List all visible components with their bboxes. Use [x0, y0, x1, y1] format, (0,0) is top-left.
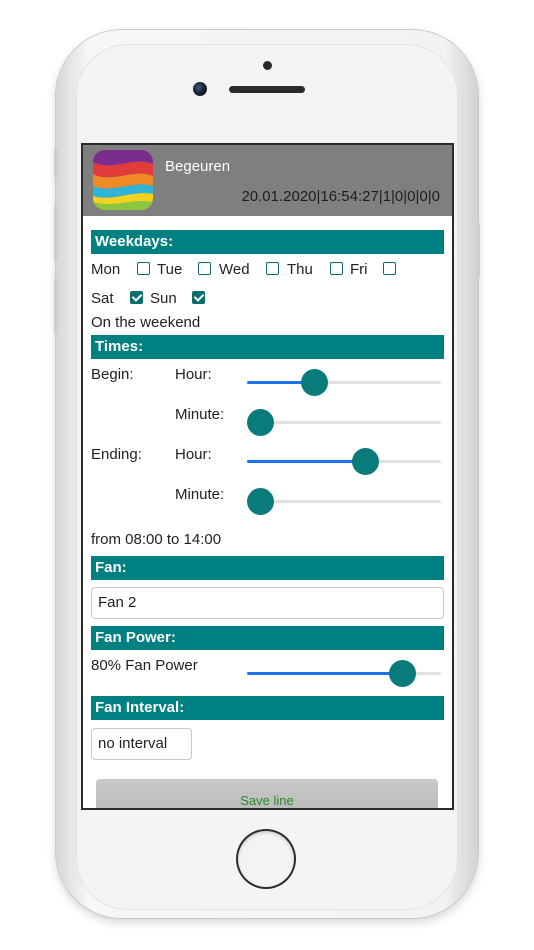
checkbox-sun[interactable]	[192, 291, 205, 304]
begin-minute-label: Minute:	[175, 406, 225, 423]
weekdays-summary: On the weekend	[91, 314, 201, 331]
save-line-button[interactable]: Save line	[96, 779, 438, 808]
end-minute-slider[interactable]	[247, 488, 441, 515]
mute-switch	[54, 148, 58, 178]
end-minute-slider-thumb[interactable]	[247, 488, 274, 515]
volume-up-button	[54, 205, 58, 261]
weekday-row-2: Sat Sun	[91, 285, 444, 314]
end-hour-slider-fill	[247, 460, 366, 463]
fan-interval-header: Fan Interval:	[91, 696, 444, 720]
app-title: Begeuren	[165, 158, 231, 175]
checkbox-mon[interactable]	[137, 262, 150, 275]
checkbox-sat[interactable]	[130, 291, 143, 304]
fan-header: Fan:	[91, 556, 444, 580]
day-label-sat: Sat	[91, 290, 114, 307]
earpiece-speaker	[229, 86, 305, 93]
begin-minute-slider-thumb[interactable]	[247, 409, 274, 436]
end-minute-label: Minute:	[175, 486, 225, 503]
begin-hour-label: Hour:	[175, 366, 212, 383]
checkbox-thu[interactable]	[330, 262, 343, 275]
home-button[interactable]	[238, 831, 294, 887]
day-label-tue: Tue	[157, 261, 183, 278]
app-logo-icon	[93, 150, 153, 210]
fan-power-slider[interactable]	[247, 660, 441, 687]
fan-power-header: Fan Power:	[91, 626, 444, 650]
end-hour-slider[interactable]	[247, 448, 441, 475]
schedule-form: Weekdays: Mon Tue Wed Thu Fri Sat Sun On…	[91, 230, 444, 760]
begin-label: Begin:	[91, 366, 134, 383]
day-label-mon: Mon	[91, 261, 121, 278]
app-screen: Begeuren 20.01.2020|16:54:27|1|0|0|0|0 W…	[81, 143, 454, 810]
day-label-sun: Sun	[150, 290, 177, 307]
checkbox-fri[interactable]	[383, 262, 396, 275]
fan-interval-select[interactable]: no interval	[91, 728, 192, 760]
weekday-row-1: Mon Tue Wed Thu Fri	[91, 256, 444, 285]
volume-down-button	[54, 278, 58, 334]
status-readout: 20.01.2020|16:54:27|1|0|0|0|0	[241, 188, 440, 205]
fan-select[interactable]: Fan 2	[91, 587, 444, 619]
front-camera	[193, 82, 207, 96]
power-button	[476, 222, 480, 278]
begin-hour-slider-thumb[interactable]	[301, 369, 329, 396]
fan-power-block: 80% Fan Power	[91, 650, 444, 696]
end-hour-label: Hour:	[175, 446, 212, 463]
proximity-sensor	[263, 61, 272, 70]
begin-minute-slider[interactable]	[247, 409, 441, 436]
ending-label: Ending:	[91, 446, 142, 463]
fan-power-slider-thumb[interactable]	[389, 660, 417, 687]
day-label-fri: Fri	[350, 261, 368, 278]
day-label-thu: Thu	[287, 261, 313, 278]
end-hour-slider-thumb[interactable]	[352, 448, 380, 475]
begin-hour-slider[interactable]	[247, 369, 441, 396]
times-block: Begin: Hour: Minute: Ending: Hour: Minut…	[91, 359, 444, 529]
app-header: Begeuren 20.01.2020|16:54:27|1|0|0|0|0	[83, 145, 452, 216]
checkbox-wed[interactable]	[266, 262, 279, 275]
day-label-wed: Wed	[219, 261, 250, 278]
fan-power-slider-fill	[247, 672, 403, 675]
fan-power-label: 80% Fan Power	[91, 657, 198, 674]
weekdays-header: Weekdays:	[91, 230, 444, 254]
checkbox-tue[interactable]	[198, 262, 211, 275]
times-summary: from 08:00 to 14:00	[91, 531, 222, 548]
times-header: Times:	[91, 335, 444, 359]
